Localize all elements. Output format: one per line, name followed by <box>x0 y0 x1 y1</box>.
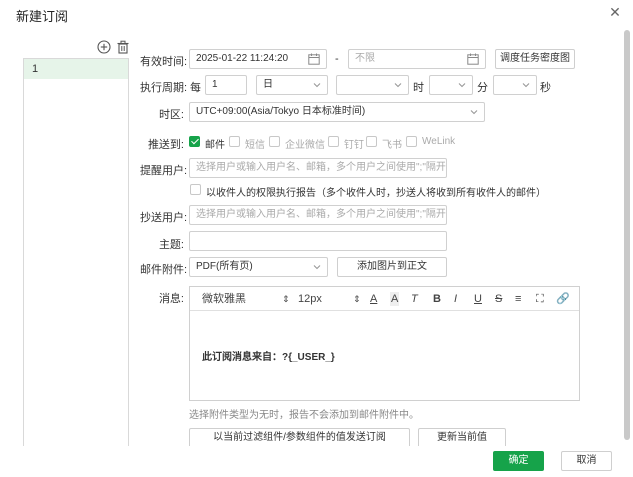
push-label: 推送到: <box>147 139 184 151</box>
period-day-select[interactable] <box>336 75 409 95</box>
end-time-input[interactable]: 不限 <box>348 49 486 69</box>
timezone-value: UTC+09:00(Asia/Tokyo 日本标准时间) <box>196 106 366 117</box>
chevron-down-icon <box>313 83 321 88</box>
cc-users-label: 抄送用户: <box>140 212 188 224</box>
subject-input[interactable] <box>189 231 447 251</box>
fullscreen-icon[interactable]: ⛶ <box>536 292 544 306</box>
chevron-down-icon <box>313 265 321 270</box>
close-icon[interactable]: ✕ <box>607 4 623 20</box>
remind-users-label: 提醒用户: <box>140 165 188 177</box>
timezone-select[interactable]: UTC+09:00(Asia/Tokyo 日本标准时间) <box>189 102 485 122</box>
calendar-icon <box>467 53 479 65</box>
add-image-button[interactable]: 添加图片到正文 <box>337 257 447 277</box>
chevron-down-icon <box>394 83 402 88</box>
minute-label: 分 <box>477 82 488 94</box>
font-size-stepper-icon[interactable]: ⇕ <box>353 292 361 306</box>
cancel-button[interactable]: 取消 <box>561 451 612 471</box>
send-with-filter-values-button[interactable]: 以当前过滤组件/参数组件的值发送订阅 <box>189 428 410 448</box>
underline-icon[interactable]: U <box>474 292 482 306</box>
dingtalk-checkbox-label: 钉钉 <box>344 140 364 151</box>
cc-users-input[interactable]: 选择用户或输入用户名、邮箱，多个用户之间使用";"隔开 <box>189 205 447 225</box>
clear-format-icon[interactable]: T <box>411 292 418 306</box>
link-icon[interactable]: 🔗 <box>556 292 570 306</box>
recipient-permission-label: 以收件人的权限执行报告（多个收件人时，抄送人将收到所有收件人的邮件） <box>206 188 546 199</box>
minute-select[interactable] <box>493 75 537 95</box>
strikethrough-icon[interactable]: S <box>495 292 502 306</box>
welink-checkbox[interactable] <box>406 136 417 147</box>
second-label: 秒 <box>540 82 551 94</box>
font-size-select[interactable]: 12px <box>298 292 322 306</box>
chevron-down-icon <box>458 83 466 88</box>
feishu-checkbox[interactable] <box>366 136 377 147</box>
font-color-icon[interactable]: A <box>370 292 377 306</box>
chevron-down-icon <box>470 110 478 115</box>
hour-label: 时 <box>413 82 424 94</box>
attachment-value: PDF(所有页) <box>196 261 253 272</box>
ok-button[interactable]: 确定 <box>493 451 544 471</box>
chevron-down-icon <box>522 83 530 88</box>
align-icon[interactable]: ≡ <box>515 292 521 306</box>
italic-icon[interactable]: I <box>454 292 457 306</box>
sms-checkbox[interactable] <box>229 136 240 147</box>
start-time-input[interactable]: 2025-01-22 11:24:20 <box>189 49 327 69</box>
hour-select[interactable] <box>429 75 473 95</box>
add-circle-icon[interactable] <box>97 40 111 54</box>
end-time-placeholder: 不限 <box>355 53 375 64</box>
subject-label: 主题: <box>158 239 184 251</box>
message-editor[interactable]: 微软雅黑 ⇕ 12px ⇕ A A T B I U S ≡ ⛶ 🔗 此订阅消息来… <box>189 286 580 401</box>
list-item[interactable]: 1 <box>24 59 128 79</box>
remind-users-input[interactable]: 选择用户或输入用户名、邮箱，多个用户之间使用";"隔开 <box>189 158 447 178</box>
calendar-icon <box>308 53 320 65</box>
subscription-list: 1 <box>23 58 129 448</box>
range-separator: - <box>335 53 339 65</box>
attachment-hint: 选择附件类型为无时，报告不会添加到邮件附件中。 <box>189 410 419 421</box>
new-subscription-dialog: 新建订阅 ✕ 1 有效时间: 2025-01-22 11:24:20 - 不限 <box>0 0 633 477</box>
period-prefix: 每 <box>190 82 201 94</box>
font-family-select[interactable]: 微软雅黑 <box>202 292 246 306</box>
period-value-input[interactable]: 1 <box>205 75 247 95</box>
update-current-values-button[interactable]: 更新当前值 <box>418 428 506 448</box>
dialog-scrollbar[interactable] <box>624 30 630 440</box>
dialog-title: 新建订阅 <box>16 9 69 24</box>
start-time-value: 2025-01-22 11:24:20 <box>196 53 289 64</box>
period-unit-select[interactable]: 日 <box>256 75 328 95</box>
dialog-title-bar: 新建订阅 ✕ <box>0 0 633 26</box>
trash-icon[interactable] <box>116 40 130 54</box>
editor-content[interactable]: 此订阅消息来自：?{_USER_} <box>202 348 335 363</box>
sms-checkbox-label: 短信 <box>245 140 265 151</box>
bold-icon[interactable]: B <box>433 292 441 306</box>
email-checkbox-label: 邮件 <box>205 140 225 151</box>
wecom-checkbox-label: 企业微信 <box>285 140 325 151</box>
welink-checkbox-label: WeLink <box>422 136 456 147</box>
attachment-label: 邮件附件: <box>140 264 188 276</box>
period-label: 执行周期: <box>140 82 188 94</box>
message-label: 消息: <box>158 293 184 305</box>
dingtalk-checkbox[interactable] <box>328 136 339 147</box>
effective-time-label: 有效时间: <box>140 56 188 68</box>
recipient-permission-checkbox[interactable] <box>190 184 201 195</box>
editor-toolbar: 微软雅黑 ⇕ 12px ⇕ A A T B I U S ≡ ⛶ 🔗 <box>190 287 579 311</box>
schedule-density-button[interactable]: 调度任务密度图 <box>495 49 575 69</box>
feishu-checkbox-label: 飞书 <box>382 140 402 151</box>
attachment-select[interactable]: PDF(所有页) <box>189 257 328 277</box>
timezone-label: 时区: <box>158 109 184 121</box>
font-family-stepper-icon[interactable]: ⇕ <box>282 292 290 306</box>
email-checkbox[interactable] <box>189 136 200 147</box>
period-unit-value: 日 <box>263 79 273 90</box>
wecom-checkbox[interactable] <box>269 136 280 147</box>
highlight-icon[interactable]: A <box>390 292 400 306</box>
